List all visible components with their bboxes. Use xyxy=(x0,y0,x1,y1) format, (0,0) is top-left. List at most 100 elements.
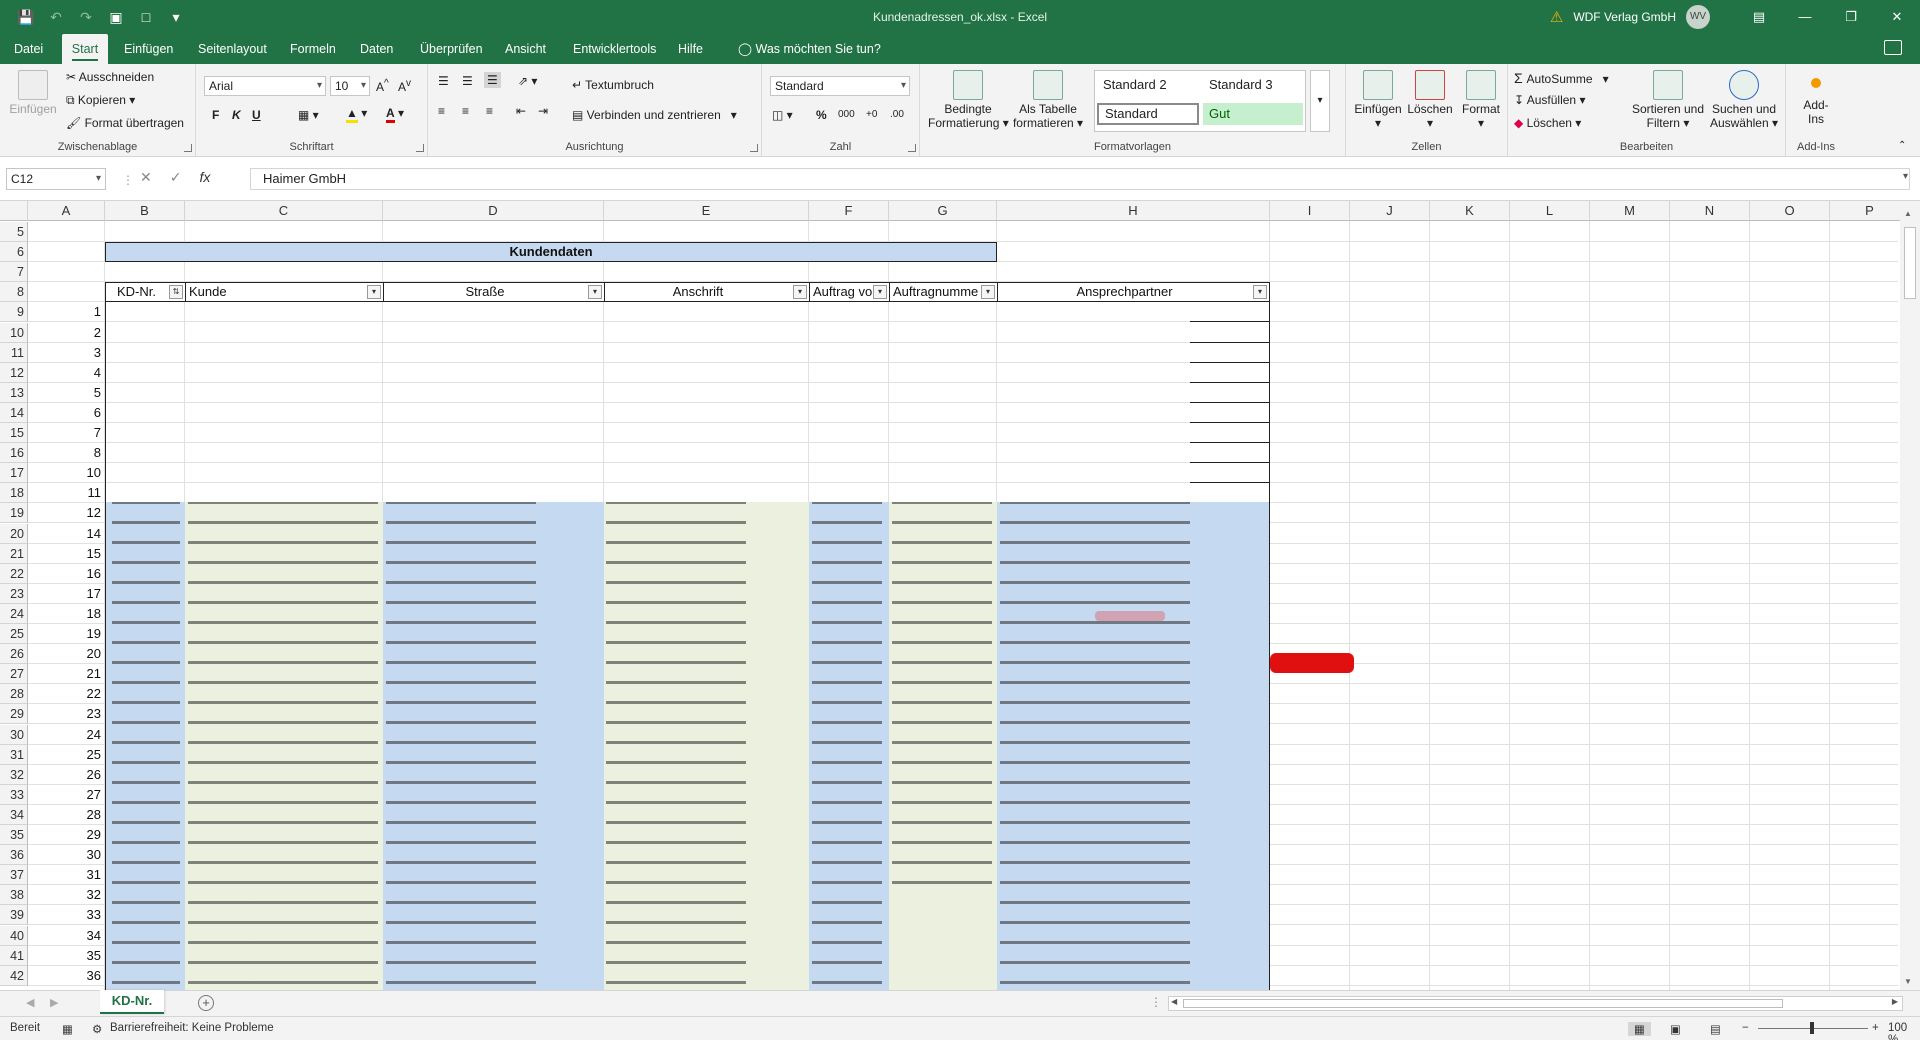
column-header-b[interactable]: B xyxy=(105,201,185,221)
filter-dropdown-icon[interactable]: ▾ xyxy=(1253,285,1267,299)
restore-icon[interactable]: ❐ xyxy=(1828,0,1874,34)
row-header-22[interactable]: 22 xyxy=(0,564,28,584)
accessibility-icon[interactable]: ⚙ xyxy=(92,1022,102,1036)
column-header-j[interactable]: J xyxy=(1350,201,1430,221)
kd-number-cell[interactable]: 27 xyxy=(28,785,103,805)
tab-einfuegen[interactable]: Einfügen xyxy=(116,34,181,64)
normal-view-icon[interactable]: ▦ xyxy=(1628,1022,1651,1036)
align-bottom-icon[interactable]: ☰ xyxy=(484,72,501,88)
cancel-icon[interactable]: ✕ xyxy=(140,169,152,186)
header-auftrag[interactable]: Auftrag vo ▾ xyxy=(809,282,889,302)
align-right-icon[interactable]: ≡ xyxy=(486,104,493,118)
fill-color-icon[interactable]: ▲ ▾ xyxy=(346,106,367,123)
scroll-up-icon[interactable]: ▲ xyxy=(1904,209,1912,218)
style-standard[interactable]: Standard xyxy=(1097,103,1199,125)
kd-number-cell[interactable]: 29 xyxy=(28,825,103,845)
filter-dropdown-icon[interactable]: ▾ xyxy=(367,285,381,299)
filter-dropdown-icon[interactable]: ▾ xyxy=(873,285,887,299)
kd-number-cell[interactable]: 18 xyxy=(28,604,103,624)
column-header-f[interactable]: F xyxy=(809,201,889,221)
warning-icon[interactable]: ⚠ xyxy=(1550,8,1563,26)
kd-number-cell[interactable]: 1 xyxy=(28,302,103,322)
format-painter-button[interactable]: 🖌 Format übertragen xyxy=(66,116,184,130)
tab-entwicklertools[interactable]: Entwicklertools xyxy=(565,34,664,64)
row-header-10[interactable]: 10 xyxy=(0,323,28,343)
kd-number-cell[interactable]: 8 xyxy=(28,443,103,463)
horizontal-scroll-thumb[interactable] xyxy=(1183,999,1783,1008)
delete-cells-button[interactable]: Löschen ▾ xyxy=(1404,70,1456,130)
kd-number-cell[interactable]: 7 xyxy=(28,423,103,443)
tab-split-handle[interactable]: ⋮ xyxy=(1150,995,1162,1009)
row-header-40[interactable]: 40 xyxy=(0,926,28,946)
kd-number-cell[interactable]: 10 xyxy=(28,463,103,483)
prev-sheet-icon[interactable]: ◀ xyxy=(26,996,34,1009)
kd-number-cell[interactable]: 23 xyxy=(28,704,103,724)
filter-dropdown-icon[interactable]: ▾ xyxy=(981,285,995,299)
row-header-31[interactable]: 31 xyxy=(0,745,28,765)
row-header-18[interactable]: 18 xyxy=(0,483,28,503)
row-header-26[interactable]: 26 xyxy=(0,644,28,664)
tab-seitenlayout[interactable]: Seitenlayout xyxy=(190,34,275,64)
kd-number-cell[interactable]: 11 xyxy=(28,483,103,503)
kd-number-cell[interactable]: 17 xyxy=(28,584,103,604)
font-name-combo[interactable]: Arial xyxy=(204,76,326,96)
zoom-in-icon[interactable]: + xyxy=(1872,1022,1879,1034)
bold-button[interactable]: F xyxy=(212,108,219,122)
gallery-more-icon[interactable]: ▾ xyxy=(1310,70,1330,132)
row-header-32[interactable]: 32 xyxy=(0,765,28,785)
row-header-23[interactable]: 23 xyxy=(0,584,28,604)
scroll-right-icon[interactable]: ▶ xyxy=(1892,997,1898,1006)
row-header-39[interactable]: 39 xyxy=(0,905,28,925)
page-break-view-icon[interactable]: ▤ xyxy=(1710,1022,1721,1036)
column-header-p[interactable]: P xyxy=(1830,201,1910,221)
row-header-7[interactable]: 7 xyxy=(0,262,28,282)
kd-number-cell[interactable]: 12 xyxy=(28,503,103,523)
style-gut[interactable]: Gut xyxy=(1203,103,1303,125)
kd-number-cell[interactable]: 16 xyxy=(28,564,103,584)
row-header-38[interactable]: 38 xyxy=(0,885,28,905)
decrease-indent-icon[interactable]: ⇤ xyxy=(516,104,526,118)
filter-dropdown-icon[interactable]: ▾ xyxy=(588,285,602,299)
column-header-k[interactable]: K xyxy=(1430,201,1510,221)
increase-indent-icon[interactable]: ⇥ xyxy=(538,104,548,118)
orientation-icon[interactable]: ⇗ ▾ xyxy=(518,74,537,88)
row-header-12[interactable]: 12 xyxy=(0,363,28,383)
sort-filter-button[interactable]: Sortieren und Filtern ▾ xyxy=(1630,70,1706,130)
page-layout-view-icon[interactable]: ▣ xyxy=(1670,1022,1681,1036)
formula-input[interactable]: Haimer GmbH xyxy=(250,168,1910,190)
add-sheet-icon[interactable]: + xyxy=(198,995,214,1011)
header-ansprechpartner[interactable]: Ansprechpartner ▾ xyxy=(997,282,1270,302)
tab-start[interactable]: Start xyxy=(62,34,108,64)
cut-button[interactable]: ✂ Ausschneiden xyxy=(66,70,154,84)
next-sheet-icon[interactable]: ▶ xyxy=(50,996,58,1009)
column-header-c[interactable]: C xyxy=(185,201,383,221)
copy-button[interactable]: ⧉ Kopieren ▾ xyxy=(66,93,135,108)
border-icon[interactable]: ▦ ▾ xyxy=(298,108,319,122)
style-standard-2[interactable]: Standard 2 xyxy=(1097,74,1197,96)
zoom-slider-knob[interactable] xyxy=(1810,1022,1814,1034)
format-cells-button[interactable]: Format ▾ xyxy=(1456,70,1506,130)
kd-number-cell[interactable]: 20 xyxy=(28,644,103,664)
row-header-5[interactable]: 5 xyxy=(0,222,28,242)
kd-number-cell[interactable]: 36 xyxy=(28,966,103,986)
row-header-17[interactable]: 17 xyxy=(0,463,28,483)
avatar[interactable]: WV xyxy=(1686,5,1710,29)
kd-number-cell[interactable]: 31 xyxy=(28,865,103,885)
row-header-16[interactable]: 16 xyxy=(0,443,28,463)
column-header-a[interactable]: A xyxy=(28,201,105,221)
kd-number-cell[interactable]: 22 xyxy=(28,684,103,704)
decrease-decimal-icon[interactable]: .00 xyxy=(890,109,904,120)
fill-button[interactable]: ↧ Ausfüllen ▾ xyxy=(1514,93,1585,107)
decrease-font-icon[interactable]: Av xyxy=(398,78,411,94)
row-header-15[interactable]: 15 xyxy=(0,423,28,443)
row-header-35[interactable]: 35 xyxy=(0,825,28,845)
conditional-formatting-button[interactable]: Bedingte Formatierung ▾ xyxy=(928,70,1009,130)
clear-button[interactable]: ◆ Löschen ▾ xyxy=(1514,116,1581,130)
column-header-h[interactable]: H xyxy=(997,201,1270,221)
column-header-l[interactable]: L xyxy=(1510,201,1590,221)
sheet-tab-kd-nr[interactable]: KD-Nr. xyxy=(100,990,164,1014)
kd-number-cell[interactable]: 33 xyxy=(28,905,103,925)
tell-me-box[interactable]: ◯ Was möchten Sie tun? xyxy=(730,34,889,64)
column-header-n[interactable]: N xyxy=(1670,201,1750,221)
align-top-icon[interactable]: ☰ xyxy=(438,74,449,88)
